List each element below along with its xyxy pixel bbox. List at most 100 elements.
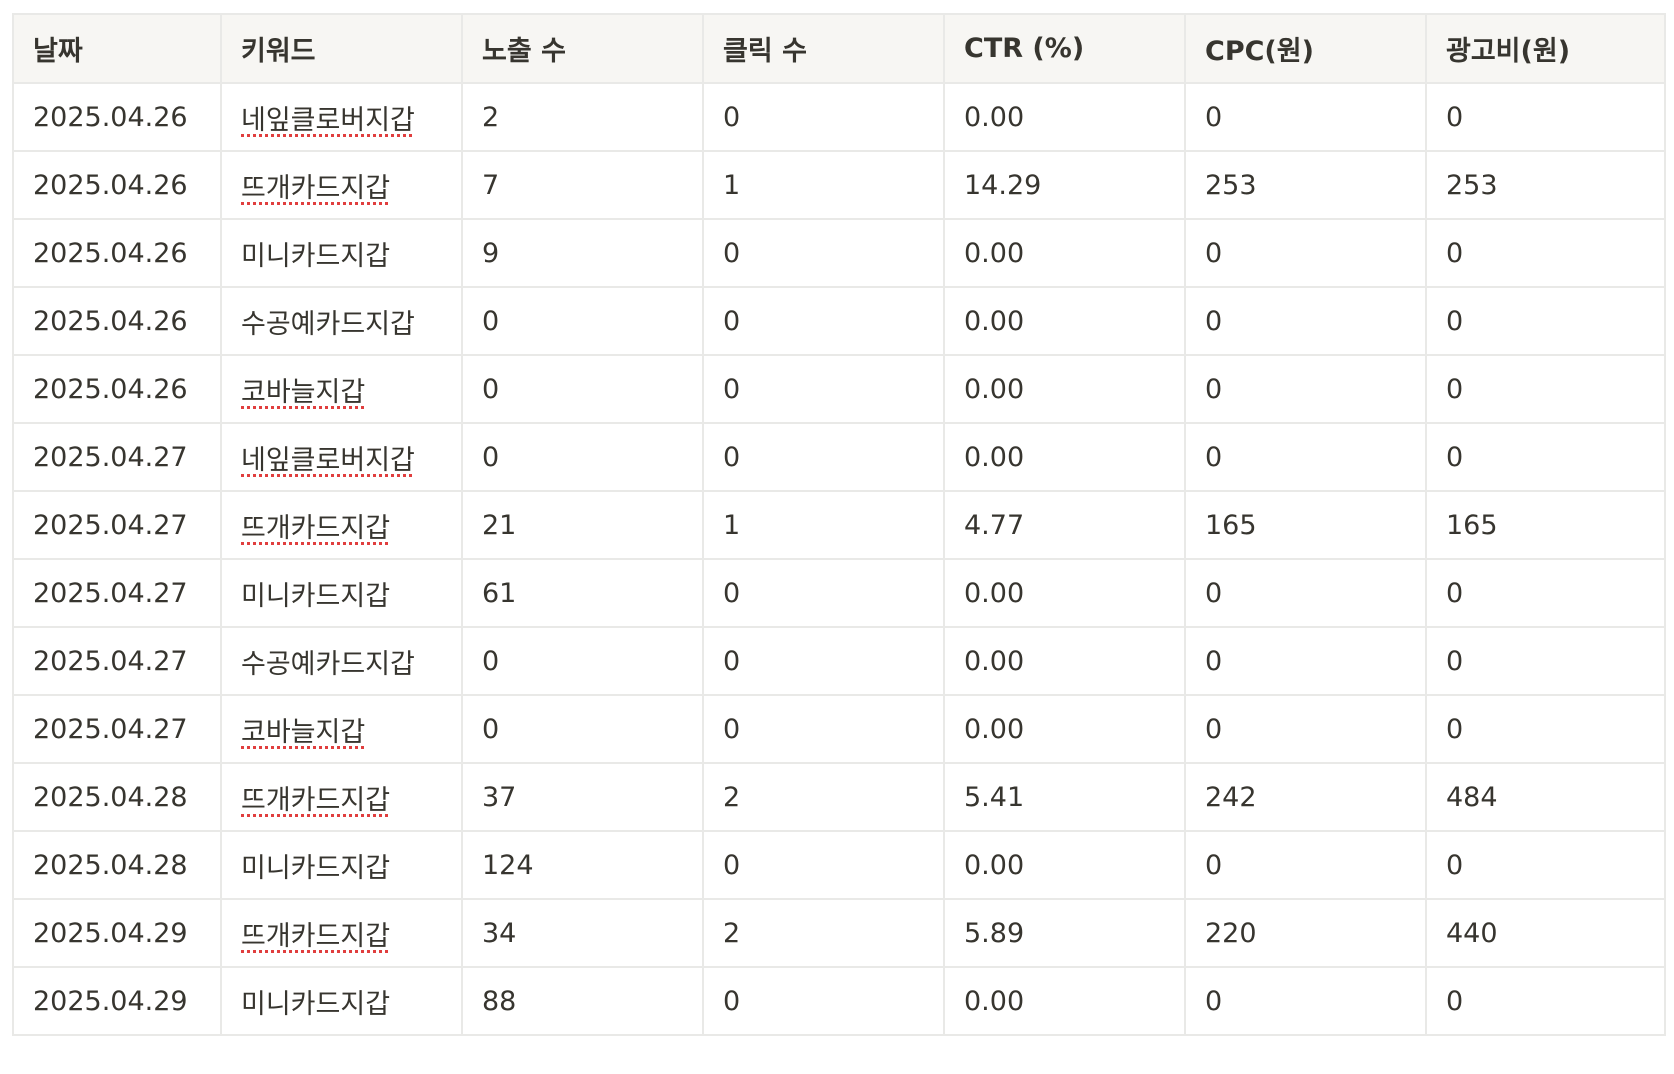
cell-date[interactable]: 2025.04.29 [12, 966, 222, 1036]
cell-cpc[interactable]: 242 [1184, 762, 1427, 832]
cell-impressions[interactable]: 37 [461, 762, 704, 832]
cell-ctr[interactable]: 0.00 [943, 82, 1186, 152]
cell-ctr[interactable]: 0.00 [943, 694, 1186, 764]
cell-keyword[interactable]: 뜨개카드지갑 [220, 898, 463, 968]
cell-ctr[interactable]: 14.29 [943, 150, 1186, 220]
cell-keyword[interactable]: 미니카드지갑 [220, 218, 463, 288]
cell-ctr[interactable]: 0.00 [943, 218, 1186, 288]
cell-cost[interactable]: 0 [1425, 830, 1666, 900]
cell-clicks[interactable]: 0 [702, 558, 945, 628]
cell-ctr[interactable]: 0.00 [943, 286, 1186, 356]
cell-clicks[interactable]: 0 [702, 830, 945, 900]
cell-clicks[interactable]: 2 [702, 762, 945, 832]
cell-cost[interactable]: 0 [1425, 82, 1666, 152]
cell-impressions[interactable]: 124 [461, 830, 704, 900]
cell-ctr[interactable]: 0.00 [943, 966, 1186, 1036]
cell-impressions[interactable]: 7 [461, 150, 704, 220]
header-ctr[interactable]: CTR (%) [943, 13, 1186, 84]
cell-cpc[interactable]: 0 [1184, 82, 1427, 152]
header-keyword[interactable]: 키워드 [220, 13, 463, 84]
cell-impressions[interactable]: 61 [461, 558, 704, 628]
cell-cpc[interactable]: 253 [1184, 150, 1427, 220]
cell-date[interactable]: 2025.04.26 [12, 150, 222, 220]
cell-cpc[interactable]: 0 [1184, 558, 1427, 628]
cell-cost[interactable]: 0 [1425, 558, 1666, 628]
cell-date[interactable]: 2025.04.28 [12, 830, 222, 900]
cell-ctr[interactable]: 5.89 [943, 898, 1186, 968]
cell-clicks[interactable]: 0 [702, 966, 945, 1036]
header-cpc[interactable]: CPC(원) [1184, 13, 1427, 84]
cell-date[interactable]: 2025.04.26 [12, 218, 222, 288]
cell-cost[interactable]: 0 [1425, 218, 1666, 288]
header-clicks[interactable]: 클릭 수 [702, 13, 945, 84]
cell-ctr[interactable]: 0.00 [943, 558, 1186, 628]
cell-ctr[interactable]: 0.00 [943, 422, 1186, 492]
cell-cost[interactable]: 165 [1425, 490, 1666, 560]
cell-cost[interactable]: 0 [1425, 694, 1666, 764]
header-cost[interactable]: 광고비(원) [1425, 13, 1666, 84]
cell-keyword[interactable]: 네잎클로버지갑 [220, 422, 463, 492]
cell-date[interactable]: 2025.04.27 [12, 694, 222, 764]
cell-impressions[interactable]: 0 [461, 626, 704, 696]
cell-cpc[interactable]: 0 [1184, 286, 1427, 356]
cell-cpc[interactable]: 0 [1184, 218, 1427, 288]
cell-keyword[interactable]: 수공예카드지갑 [220, 286, 463, 356]
cell-keyword[interactable]: 미니카드지갑 [220, 966, 463, 1036]
cell-cpc[interactable]: 0 [1184, 694, 1427, 764]
cell-ctr[interactable]: 0.00 [943, 830, 1186, 900]
cell-keyword[interactable]: 미니카드지갑 [220, 830, 463, 900]
cell-impressions[interactable]: 0 [461, 694, 704, 764]
cell-impressions[interactable]: 0 [461, 354, 704, 424]
cell-impressions[interactable]: 21 [461, 490, 704, 560]
cell-date[interactable]: 2025.04.26 [12, 354, 222, 424]
cell-ctr[interactable]: 0.00 [943, 354, 1186, 424]
cell-keyword[interactable]: 뜨개카드지갑 [220, 762, 463, 832]
cell-date[interactable]: 2025.04.27 [12, 490, 222, 560]
cell-cpc[interactable]: 165 [1184, 490, 1427, 560]
cell-ctr[interactable]: 5.41 [943, 762, 1186, 832]
cell-ctr[interactable]: 4.77 [943, 490, 1186, 560]
cell-keyword[interactable]: 뜨개카드지갑 [220, 150, 463, 220]
cell-impressions[interactable]: 0 [461, 422, 704, 492]
cell-cost[interactable]: 0 [1425, 354, 1666, 424]
cell-clicks[interactable]: 0 [702, 82, 945, 152]
cell-ctr[interactable]: 0.00 [943, 626, 1186, 696]
cell-clicks[interactable]: 2 [702, 898, 945, 968]
cell-cost[interactable]: 440 [1425, 898, 1666, 968]
cell-cpc[interactable]: 0 [1184, 830, 1427, 900]
cell-date[interactable]: 2025.04.28 [12, 762, 222, 832]
cell-date[interactable]: 2025.04.26 [12, 82, 222, 152]
cell-keyword[interactable]: 코바늘지갑 [220, 694, 463, 764]
cell-clicks[interactable]: 0 [702, 218, 945, 288]
cell-cost[interactable]: 0 [1425, 966, 1666, 1036]
cell-cpc[interactable]: 0 [1184, 354, 1427, 424]
cell-cost[interactable]: 0 [1425, 626, 1666, 696]
cell-clicks[interactable]: 1 [702, 150, 945, 220]
cell-date[interactable]: 2025.04.26 [12, 286, 222, 356]
cell-clicks[interactable]: 0 [702, 354, 945, 424]
cell-impressions[interactable]: 0 [461, 286, 704, 356]
cell-impressions[interactable]: 88 [461, 966, 704, 1036]
cell-clicks[interactable]: 0 [702, 286, 945, 356]
header-impressions[interactable]: 노출 수 [461, 13, 704, 84]
cell-cpc[interactable]: 0 [1184, 966, 1427, 1036]
cell-impressions[interactable]: 9 [461, 218, 704, 288]
cell-date[interactable]: 2025.04.27 [12, 558, 222, 628]
cell-date[interactable]: 2025.04.29 [12, 898, 222, 968]
cell-cost[interactable]: 253 [1425, 150, 1666, 220]
cell-cpc[interactable]: 0 [1184, 422, 1427, 492]
cell-date[interactable]: 2025.04.27 [12, 626, 222, 696]
cell-keyword[interactable]: 네잎클로버지갑 [220, 82, 463, 152]
cell-keyword[interactable]: 뜨개카드지갑 [220, 490, 463, 560]
cell-clicks[interactable]: 1 [702, 490, 945, 560]
cell-cpc[interactable]: 220 [1184, 898, 1427, 968]
cell-cost[interactable]: 484 [1425, 762, 1666, 832]
cell-impressions[interactable]: 34 [461, 898, 704, 968]
cell-keyword[interactable]: 수공예카드지갑 [220, 626, 463, 696]
cell-clicks[interactable]: 0 [702, 626, 945, 696]
cell-impressions[interactable]: 2 [461, 82, 704, 152]
header-date[interactable]: 날짜 [12, 13, 222, 84]
cell-keyword[interactable]: 코바늘지갑 [220, 354, 463, 424]
cell-clicks[interactable]: 0 [702, 422, 945, 492]
cell-keyword[interactable]: 미니카드지갑 [220, 558, 463, 628]
